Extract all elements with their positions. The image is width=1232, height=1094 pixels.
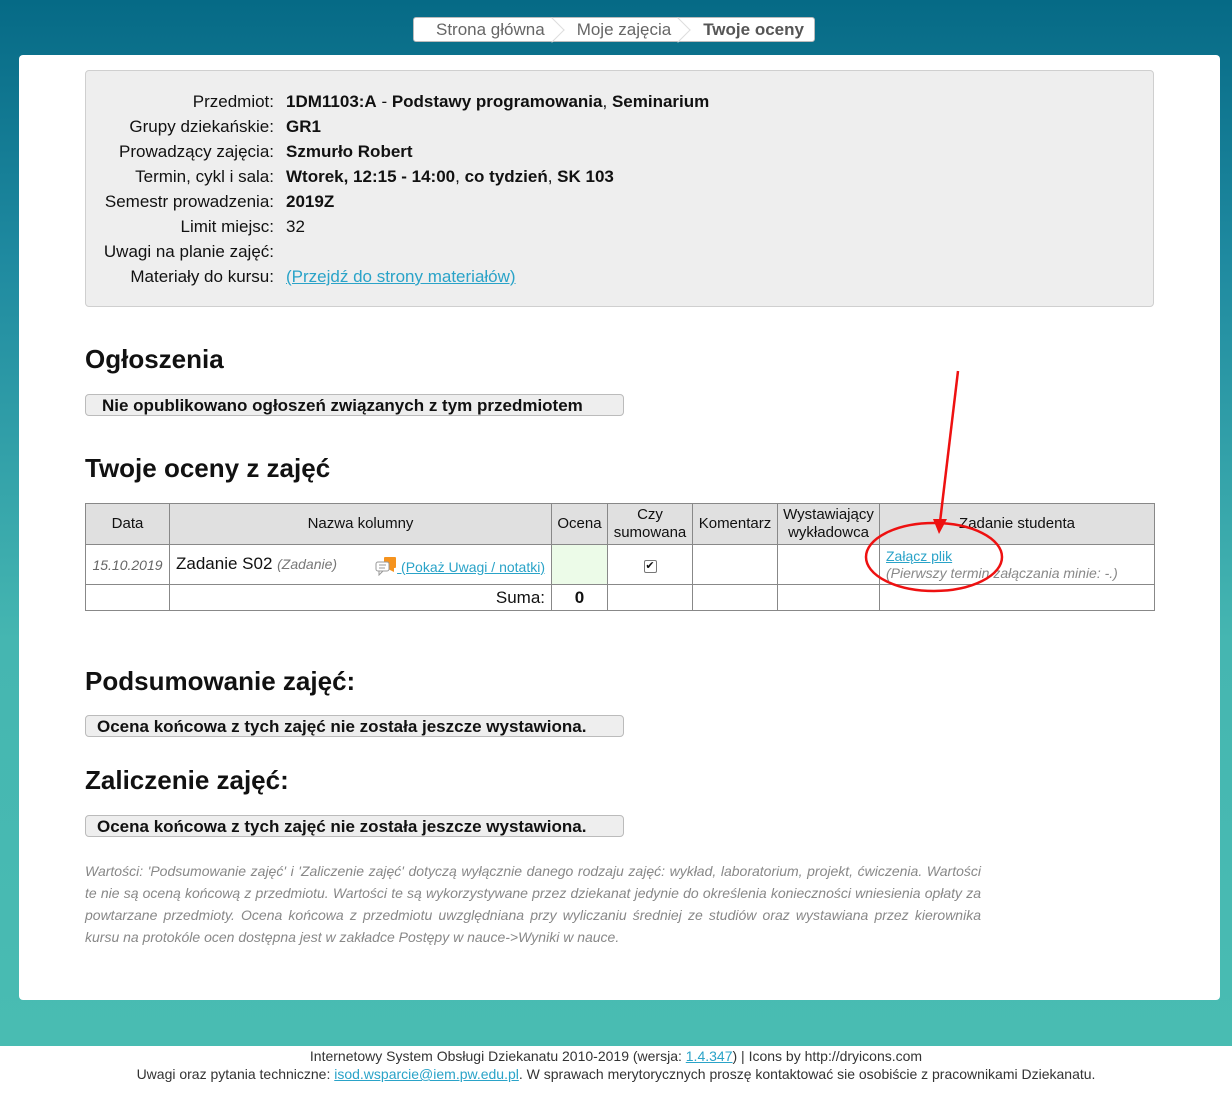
col-date-header: Data xyxy=(85,503,170,545)
sum-empty-3 xyxy=(777,584,880,611)
limit-value: 32 xyxy=(286,217,305,236)
teacher-value: Szmurło Robert xyxy=(286,142,413,161)
grades-table: Data Nazwa kolumny Ocena Czy sumowana Kom… xyxy=(85,503,1155,611)
subject-value: 1DM1103:A - Podstawy programowania, Semi… xyxy=(286,89,709,114)
page-footer: Internetowy System Obsługi Dziekanatu 20… xyxy=(0,1047,1232,1083)
col-summed-header: Czy sumowana xyxy=(607,503,693,545)
row-date: 15.10.2019 xyxy=(85,544,170,585)
info-row-schedule: Termin, cykl i sala: Wtorek, 12:15 - 14:… xyxy=(86,164,1153,189)
notes-speech-bubble-icon xyxy=(375,556,397,576)
breadcrumb-home-link[interactable]: Strona główna xyxy=(436,20,545,40)
footer-line1-suffix: ) | Icons by http://dryicons.com xyxy=(732,1048,923,1064)
row-task-cell: Załącz plik (Pierwszy termin załączania … xyxy=(879,544,1155,585)
row-name-cell: Zadanie S02 (Zadanie) (Pokaż Uwagi / not… xyxy=(169,544,552,585)
breadcrumb-classes[interactable]: Moje zajęcia xyxy=(557,18,684,41)
row-comment xyxy=(692,544,778,585)
schedule-label: Termin, cykl i sala: xyxy=(135,167,274,186)
semester-label: Semestr prowadzenia: xyxy=(104,192,274,211)
grades-heading: Twoje oceny z zajęć xyxy=(85,453,331,483)
col-summed-header-line2: sumowana xyxy=(613,524,687,541)
table-row: 15.10.2019 Zadanie S02 (Zadanie) (Pokaż … xyxy=(85,544,1155,585)
row-name: Zadanie S02 xyxy=(176,553,273,573)
row-summed-cell: ✔ xyxy=(607,544,693,585)
footer-line-2: Uwagi oraz pytania techniczne: isod.wspa… xyxy=(0,1065,1232,1083)
breadcrumb-classes-link[interactable]: Moje zajęcia xyxy=(577,20,672,40)
row-grade xyxy=(551,544,608,585)
row-lecturer xyxy=(777,544,880,585)
info-row-groups: Grupy dziekańskie: GR1 xyxy=(86,114,1153,139)
main-panel: Przedmiot: 1DM1103:A - Podstawy programo… xyxy=(19,55,1220,1000)
footer-line-1: Internetowy System Obsługi Dziekanatu 20… xyxy=(0,1047,1232,1065)
row-type: (Zadanie) xyxy=(277,555,338,572)
subject-dash: - xyxy=(376,92,392,111)
info-row-materials: Materiały do kursu: (Przejdź do strony m… xyxy=(86,264,1153,289)
info-row-teacher: Prowadzący zajęcia: Szmurło Robert xyxy=(86,139,1153,164)
credit-message: Ocena końcowa z tych zajęć nie została j… xyxy=(85,815,624,837)
summary-message: Ocena końcowa z tych zajęć nie została j… xyxy=(85,715,624,737)
table-sum-row: Suma: 0 xyxy=(85,584,1155,611)
groups-label: Grupy dziekańskie: xyxy=(129,117,274,136)
materials-link[interactable]: (Przejdź do strony materiałów) xyxy=(286,267,516,286)
attach-file-link[interactable]: Załącz plik xyxy=(886,548,952,564)
sum-empty-4 xyxy=(879,584,1155,611)
show-notes-link[interactable]: (Pokaż Uwagi / notatki) xyxy=(375,556,545,576)
footer-line1-prefix: Internetowy System Obsługi Dziekanatu 20… xyxy=(309,1048,686,1064)
footer-line2-suffix: . W sprawach merytorycznych proszę konta… xyxy=(518,1066,1096,1082)
info-row-semester: Semestr prowadzenia: 2019Z xyxy=(86,189,1153,214)
materials-label: Materiały do kursu: xyxy=(130,267,274,286)
sum-value: 0 xyxy=(551,584,608,611)
info-row-notes: Uwagi na planie zajęć: xyxy=(86,239,1153,264)
show-notes-text[interactable]: (Pokaż Uwagi / notatki) xyxy=(397,559,545,575)
version-link[interactable]: 1.4.347 xyxy=(686,1048,733,1064)
credit-heading: Zaliczenie zajęć: xyxy=(85,765,289,795)
schedule-cycle: co tydzień xyxy=(464,167,548,186)
col-lecturer-header: Wystawiający wykładowca xyxy=(777,503,880,545)
announcements-message: Nie opublikowano ogłoszeń związanych z t… xyxy=(85,394,624,416)
breadcrumb: Strona główna Moje zajęcia Twoje oceny xyxy=(413,17,815,42)
schedule-time: Wtorek, 12:15 - 14:00 xyxy=(286,167,456,186)
col-summed-header-line1: Czy xyxy=(637,506,663,523)
col-grade-header: Ocena xyxy=(551,503,608,545)
sum-empty-2 xyxy=(692,584,778,611)
grades-header-row: Data Nazwa kolumny Ocena Czy sumowana Kom… xyxy=(85,503,1155,545)
sum-label: Suma: xyxy=(169,584,552,611)
schedule-room: SK 103 xyxy=(557,167,614,186)
course-info-box: Przedmiot: 1DM1103:A - Podstawy programo… xyxy=(85,70,1154,307)
col-name-header: Nazwa kolumny xyxy=(169,503,552,545)
subject-form: Seminarium xyxy=(611,92,710,111)
breadcrumb-home[interactable]: Strona główna xyxy=(414,18,557,41)
announcements-heading: Ogłoszenia xyxy=(85,344,224,374)
footnote: Wartości: 'Podsumowanie zajęć' i 'Zalicz… xyxy=(85,863,981,945)
col-comment-header: Komentarz xyxy=(692,503,778,545)
notes-label: Uwagi na planie zajęć: xyxy=(103,242,274,261)
sum-empty-1 xyxy=(607,584,693,611)
col-lecturer-header-line1: Wystawiający xyxy=(783,506,874,523)
breadcrumb-current: Twoje oceny xyxy=(703,19,804,39)
subject-name: Podstawy programowania xyxy=(391,92,603,111)
teacher-label: Prowadzący zajęcia: xyxy=(119,142,274,161)
schedule-sep1: , xyxy=(455,167,465,186)
limit-label: Limit miejsc: xyxy=(180,217,274,236)
subject-code: 1DM1103:A xyxy=(286,92,377,111)
attach-deadline-hint: (Pierwszy termin załączania minie: -.) xyxy=(886,564,1118,581)
subject-sep: , xyxy=(602,92,612,111)
footer-line2-prefix: Uwagi oraz pytania techniczne: xyxy=(136,1066,335,1082)
support-email-link[interactable]: isod.wsparcie@iem.pw.edu.pl xyxy=(334,1066,519,1082)
schedule-sep2: , xyxy=(547,167,558,186)
checkbox-checked-icon: ✔ xyxy=(643,560,657,573)
sum-empty-date xyxy=(85,584,170,611)
col-task-header: Zadanie studenta xyxy=(879,503,1155,545)
subject-label: Przedmiot: xyxy=(192,92,274,111)
info-row-limit: Limit miejsc: 32 xyxy=(86,214,1153,239)
groups-value: GR1 xyxy=(286,117,321,136)
summary-heading: Podsumowanie zajęć: xyxy=(85,666,356,696)
info-row-subject: Przedmiot: 1DM1103:A - Podstawy programo… xyxy=(86,89,1153,114)
semester-value: 2019Z xyxy=(286,192,335,211)
col-lecturer-header-line2: wykładowca xyxy=(788,524,869,541)
